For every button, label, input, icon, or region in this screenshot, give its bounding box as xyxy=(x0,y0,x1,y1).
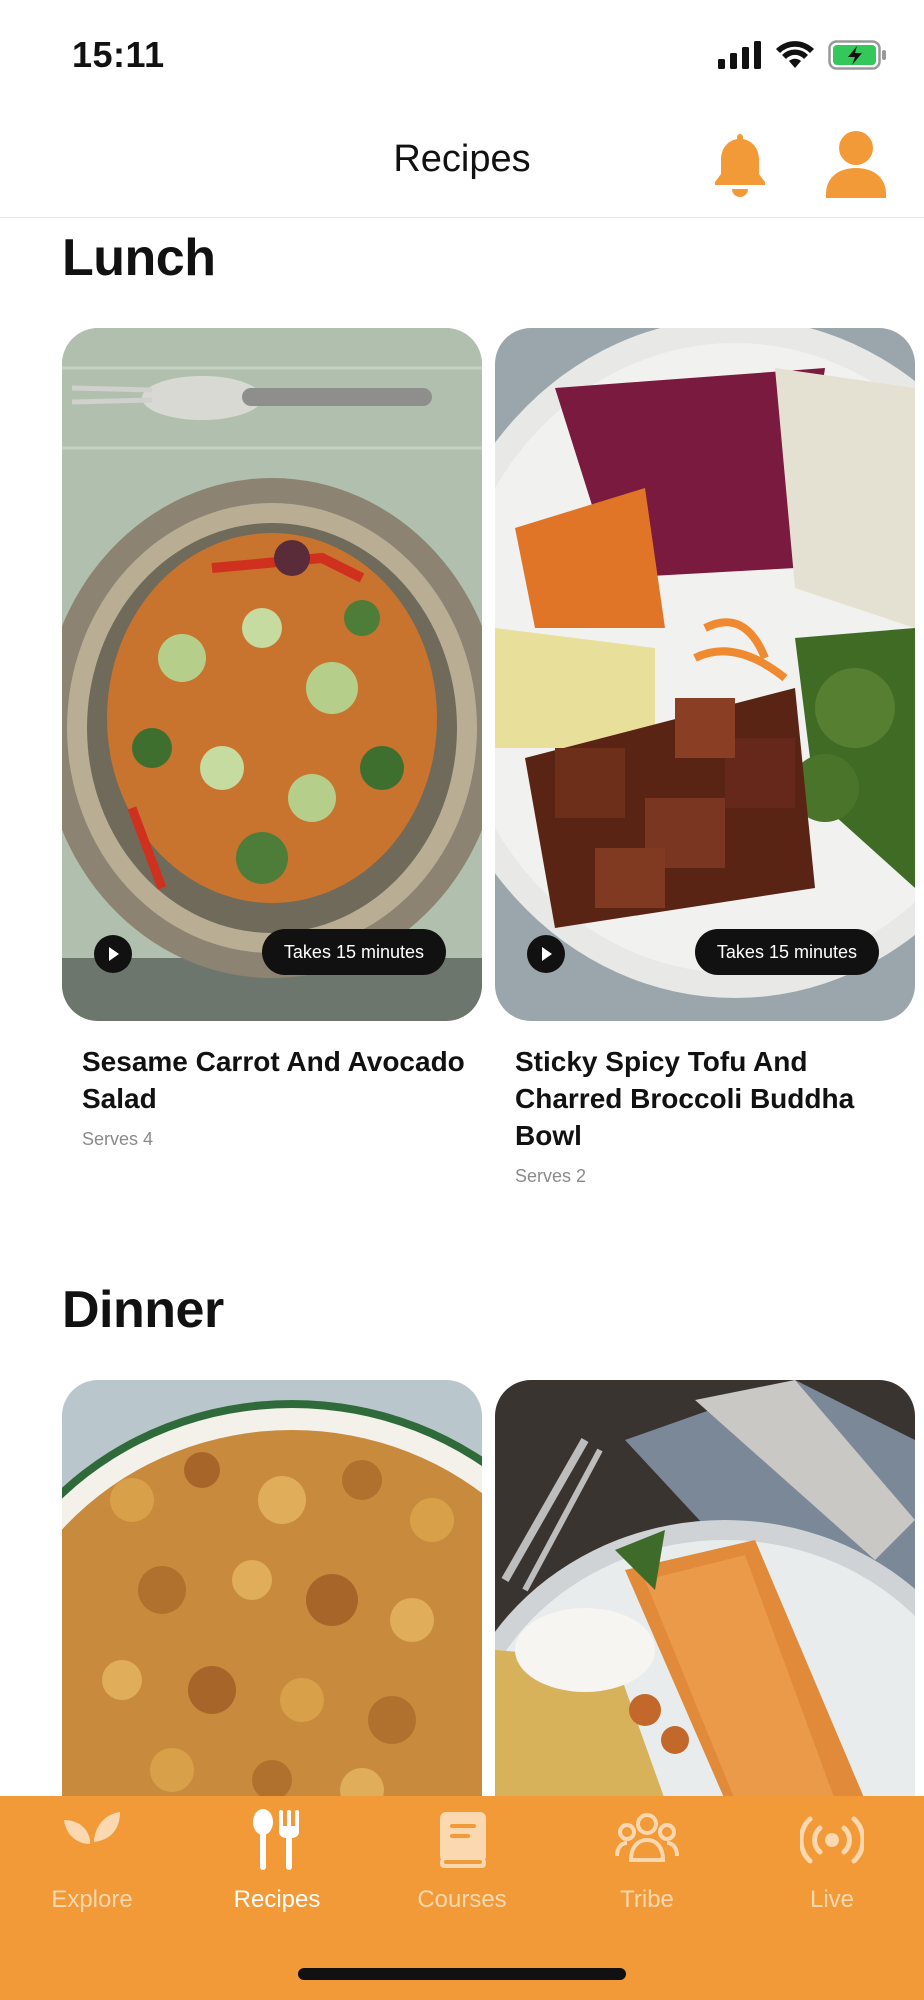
recipe-card[interactable]: Takes 15 minutes Sesame Carrot And Avoca… xyxy=(62,328,482,1150)
wifi-icon xyxy=(776,41,814,68)
recipe-image xyxy=(495,1380,915,1800)
fork-spoon-icon xyxy=(245,1808,309,1872)
user-icon xyxy=(826,131,886,198)
play-icon xyxy=(109,947,119,961)
tab-recipes[interactable]: Recipes xyxy=(185,1808,369,1914)
recipe-card[interactable] xyxy=(62,1380,482,1800)
status-icons xyxy=(718,40,888,70)
recipe-image: Takes 15 minutes xyxy=(62,328,482,1021)
tab-label: Explore xyxy=(51,1886,133,1913)
duration-badge: Takes 15 minutes xyxy=(261,929,446,975)
play-icon xyxy=(542,947,552,961)
buddha-bowl-photo xyxy=(495,328,915,1021)
status-bar: 15:11 xyxy=(0,0,924,110)
signal-icon xyxy=(718,41,761,69)
notifications-button[interactable] xyxy=(710,130,770,198)
recipe-card[interactable] xyxy=(495,1380,915,1800)
tab-explore[interactable]: Explore xyxy=(0,1808,184,1914)
recipe-title: Sticky Spicy Tofu And Charred Broccoli B… xyxy=(515,1046,855,1151)
profile-button[interactable] xyxy=(822,128,890,200)
tab-courses[interactable]: Courses xyxy=(370,1808,554,1914)
tab-label: Recipes xyxy=(233,1886,321,1913)
book-icon xyxy=(430,1808,494,1872)
play-video-button[interactable] xyxy=(527,935,565,973)
recipe-card[interactable]: Takes 15 minutes Sticky Spicy Tofu And C… xyxy=(495,328,915,1187)
crepe-photo xyxy=(495,1380,915,1800)
tab-label: Live xyxy=(809,1886,855,1913)
tab-label: Tribe xyxy=(620,1886,674,1913)
status-time: 15:11 xyxy=(72,34,165,75)
battery-icon xyxy=(828,40,886,70)
play-video-button[interactable] xyxy=(94,935,132,973)
crumble-photo xyxy=(62,1380,482,1800)
sprout-icon xyxy=(60,1808,124,1872)
recipe-image xyxy=(62,1380,482,1800)
tab-live[interactable]: Live xyxy=(740,1808,924,1914)
broadcast-icon xyxy=(800,1808,864,1872)
salad-bowl-photo xyxy=(62,328,482,1021)
page-title: Recipes xyxy=(393,138,531,180)
bell-icon xyxy=(715,134,765,197)
section-title-lunch: Lunch xyxy=(62,229,216,287)
recipe-serves: Serves 2 xyxy=(515,1166,587,1186)
recipe-image: Takes 15 minutes xyxy=(495,328,915,1021)
people-icon xyxy=(615,1808,679,1872)
nav-header: Recipes xyxy=(0,110,924,218)
tab-tribe[interactable]: Tribe xyxy=(555,1808,739,1914)
section-title-dinner: Dinner xyxy=(62,1281,224,1339)
recipe-title: Sesame Carrot And Avocado Salad xyxy=(82,1046,465,1114)
tab-label: Courses xyxy=(417,1886,507,1913)
home-indicator xyxy=(298,1968,626,1980)
recipe-serves: Serves 4 xyxy=(82,1129,154,1149)
duration-badge: Takes 15 minutes xyxy=(694,929,879,975)
